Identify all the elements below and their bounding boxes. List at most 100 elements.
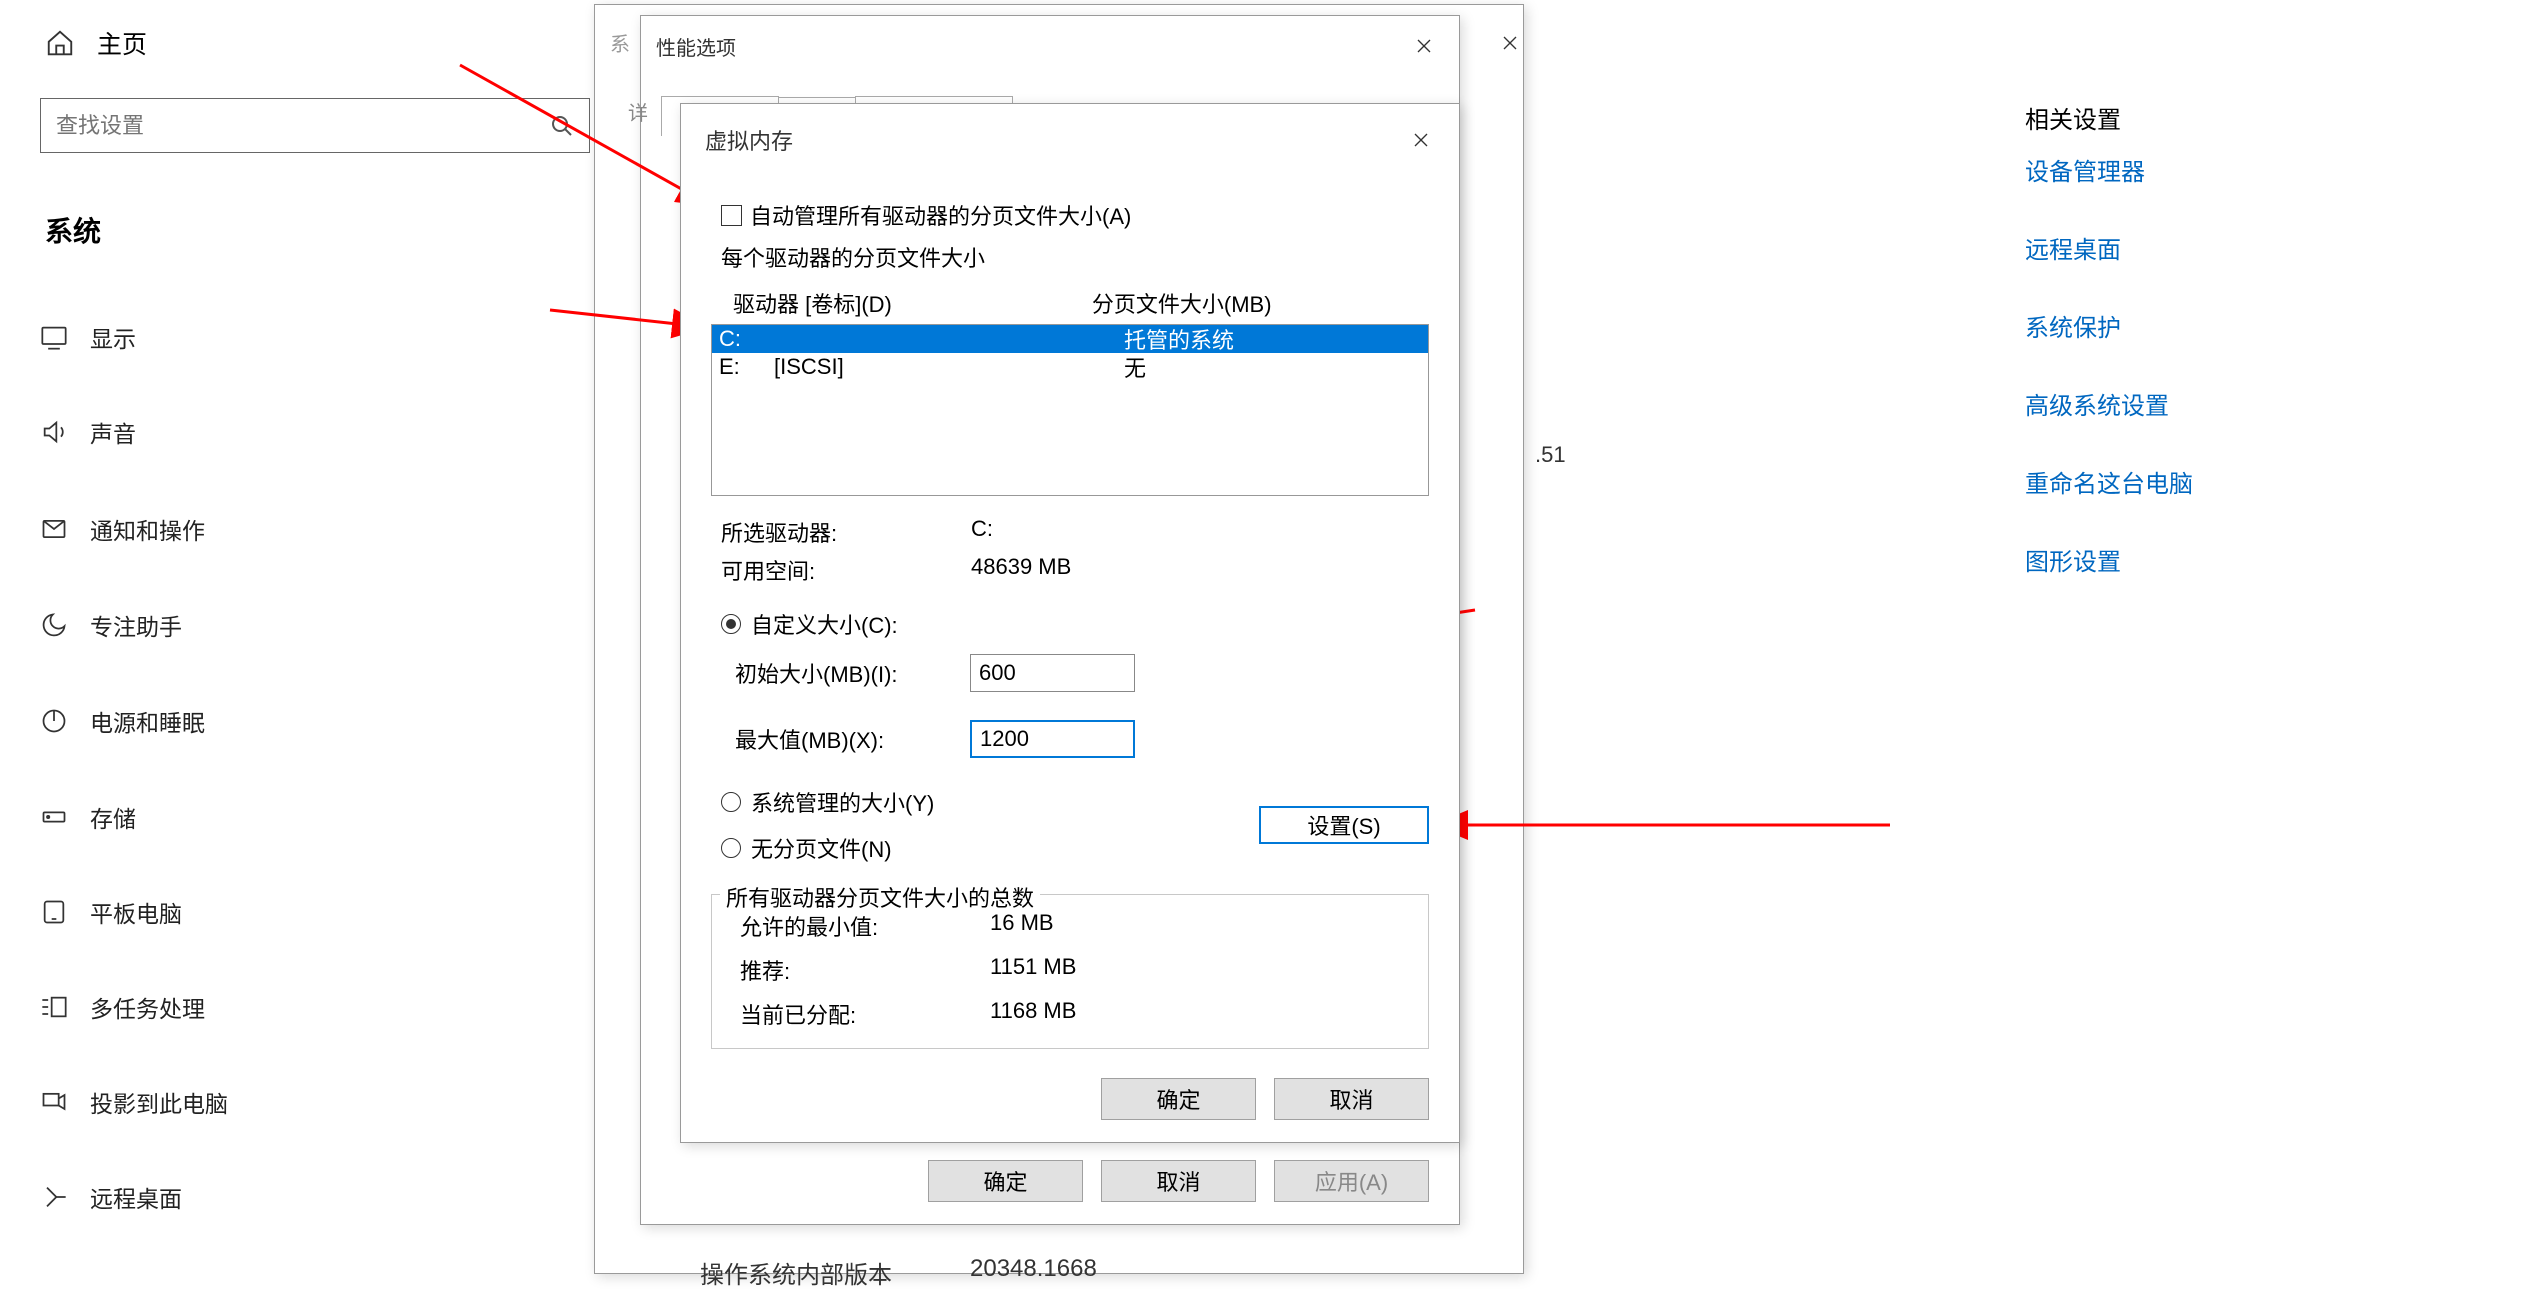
sys-managed-radio[interactable]	[721, 792, 741, 812]
custom-size-label: 自定义大小(C):	[751, 608, 898, 640]
drive-label: [ISCSI]	[774, 354, 1124, 380]
perf-buttons: 确定 取消 应用(A)	[928, 1160, 1429, 1202]
nav-multitask[interactable]: 多任务处理	[40, 990, 205, 1024]
nav-label: 显示	[90, 320, 136, 354]
no-paging-label: 无分页文件(N)	[751, 832, 892, 864]
vm-ok-button[interactable]: 确定	[1101, 1078, 1256, 1120]
settings-sidebar: 主页 系统 显示 声音 通知和操作 专注助手 电源和睡眠 存储 平板电脑 多任务…	[0, 0, 597, 1289]
home-label: 主页	[97, 25, 147, 61]
system-dialog-title-peek: 系	[610, 28, 630, 57]
vm-buttons: 确定 取消	[1101, 1078, 1429, 1120]
sound-icon	[40, 418, 68, 446]
drive-row-e[interactable]: E: [ISCSI] 无	[712, 353, 1428, 381]
virtual-memory-dialog: 虚拟内存 自动管理所有驱动器的分页文件大小(A) 每个驱动器的分页文件大小 驱动…	[680, 103, 1460, 1143]
nav-tablet[interactable]: 平板电脑	[40, 895, 182, 929]
initial-size-input[interactable]	[970, 654, 1135, 692]
selected-drive-value: C:	[971, 516, 993, 548]
section-title: 系统	[45, 210, 101, 250]
max-size-input[interactable]	[970, 720, 1135, 758]
bg-version-peek: .51	[1535, 442, 1566, 468]
multitask-icon	[40, 993, 68, 1021]
cur-label: 当前已分配:	[740, 998, 990, 1030]
os-label-peek: 操作系统内部版本	[700, 1255, 892, 1290]
nav-remote[interactable]: 远程桌面	[40, 1180, 182, 1214]
no-paging-radio[interactable]	[721, 838, 741, 858]
nav-label: 通知和操作	[90, 512, 205, 546]
link-system-protection[interactable]: 系统保护	[2025, 308, 2121, 343]
search-icon	[550, 114, 574, 138]
link-device-manager[interactable]: 设备管理器	[2025, 152, 2145, 187]
nav-project[interactable]: 投影到此电脑	[40, 1085, 228, 1119]
link-remote-desktop[interactable]: 远程桌面	[2025, 230, 2121, 265]
nav-focus[interactable]: 专注助手	[40, 608, 182, 642]
drive-list[interactable]: C: 托管的系统 E: [ISCSI] 无	[711, 324, 1429, 496]
nav-display[interactable]: 显示	[40, 320, 136, 354]
focus-icon	[40, 611, 68, 639]
selected-drive-label: 所选驱动器:	[721, 516, 971, 548]
home-nav[interactable]: 主页	[45, 25, 147, 61]
perf-cancel-button[interactable]: 取消	[1101, 1160, 1256, 1202]
link-rename-pc[interactable]: 重命名这台电脑	[2025, 464, 2193, 499]
vm-dialog-close[interactable]	[1401, 125, 1441, 155]
rec-label: 推荐:	[740, 954, 990, 986]
close-icon	[1416, 38, 1432, 54]
search-input[interactable]	[56, 113, 550, 139]
remote-icon	[40, 1183, 68, 1211]
free-space-value: 48639 MB	[971, 554, 1071, 586]
auto-manage-checkbox[interactable]	[721, 205, 742, 226]
nav-label: 电源和睡眠	[90, 704, 205, 738]
nav-label: 多任务处理	[90, 990, 205, 1024]
rec-value: 1151 MB	[990, 954, 1076, 986]
system-dialog-close[interactable]	[1490, 28, 1530, 58]
sys-managed-label: 系统管理的大小(Y)	[751, 786, 934, 818]
nav-label: 专注助手	[90, 608, 182, 642]
drive-row-c[interactable]: C: 托管的系统	[712, 325, 1428, 353]
nav-label: 远程桌面	[90, 1180, 182, 1214]
nav-sound[interactable]: 声音	[40, 415, 136, 449]
min-value: 16 MB	[990, 910, 1054, 942]
nav-label: 平板电脑	[90, 895, 182, 929]
perf-apply-button[interactable]: 应用(A)	[1274, 1160, 1429, 1202]
nav-notifications[interactable]: 通知和操作	[40, 512, 205, 546]
col-size: 分页文件大小(MB)	[1092, 287, 1272, 319]
close-icon	[1413, 132, 1429, 148]
totals-fieldset: 所有驱动器分页文件大小的总数 允许的最小值: 16 MB 推荐: 1151 MB…	[711, 894, 1429, 1049]
custom-size-radio-row[interactable]: 自定义大小(C):	[721, 608, 1429, 640]
vm-cancel-button[interactable]: 取消	[1274, 1078, 1429, 1120]
col-drive: 驱动器 [卷标](D)	[733, 287, 892, 319]
nav-storage[interactable]: 存储	[40, 800, 136, 834]
custom-size-radio[interactable]	[721, 614, 741, 634]
perf-ok-button[interactable]: 确定	[928, 1160, 1083, 1202]
project-icon	[40, 1088, 68, 1116]
auto-manage-checkbox-row[interactable]: 自动管理所有驱动器的分页文件大小(A)	[721, 199, 1429, 231]
initial-size-label: 初始大小(MB)(I):	[735, 657, 970, 689]
home-icon	[45, 28, 75, 58]
drive-size: 无	[1124, 351, 1146, 383]
notification-icon	[40, 515, 68, 543]
set-button[interactable]: 设置(S)	[1259, 806, 1429, 844]
perf-body-peek: 详	[628, 97, 648, 126]
totals-legend: 所有驱动器分页文件大小的总数	[720, 881, 1040, 913]
close-icon	[1502, 35, 1518, 51]
vm-dialog-title: 虚拟内存	[705, 124, 793, 156]
display-icon	[40, 323, 68, 351]
nav-power[interactable]: 电源和睡眠	[40, 704, 205, 738]
link-advanced-settings[interactable]: 高级系统设置	[2025, 386, 2169, 421]
nav-label: 投影到此电脑	[90, 1085, 228, 1119]
cur-value: 1168 MB	[990, 998, 1076, 1030]
free-space-label: 可用空间:	[721, 554, 971, 586]
min-label: 允许的最小值:	[740, 910, 990, 942]
link-graphics-settings[interactable]: 图形设置	[2025, 542, 2121, 577]
related-title: 相关设置	[2025, 100, 2121, 135]
os-value-peek: 20348.1668	[970, 1255, 1097, 1283]
perf-dialog-title: 性能选项	[656, 32, 736, 61]
per-drive-label: 每个驱动器的分页文件大小	[721, 241, 1429, 273]
drive-letter: E:	[719, 354, 774, 380]
perf-dialog-close[interactable]	[1404, 31, 1444, 61]
drive-list-header: 驱动器 [卷标](D) 分页文件大小(MB)	[733, 287, 1429, 319]
power-icon	[40, 707, 68, 735]
search-input-container[interactable]	[40, 98, 590, 153]
auto-manage-label: 自动管理所有驱动器的分页文件大小(A)	[750, 199, 1131, 231]
storage-icon	[40, 803, 68, 831]
tablet-icon	[40, 898, 68, 926]
